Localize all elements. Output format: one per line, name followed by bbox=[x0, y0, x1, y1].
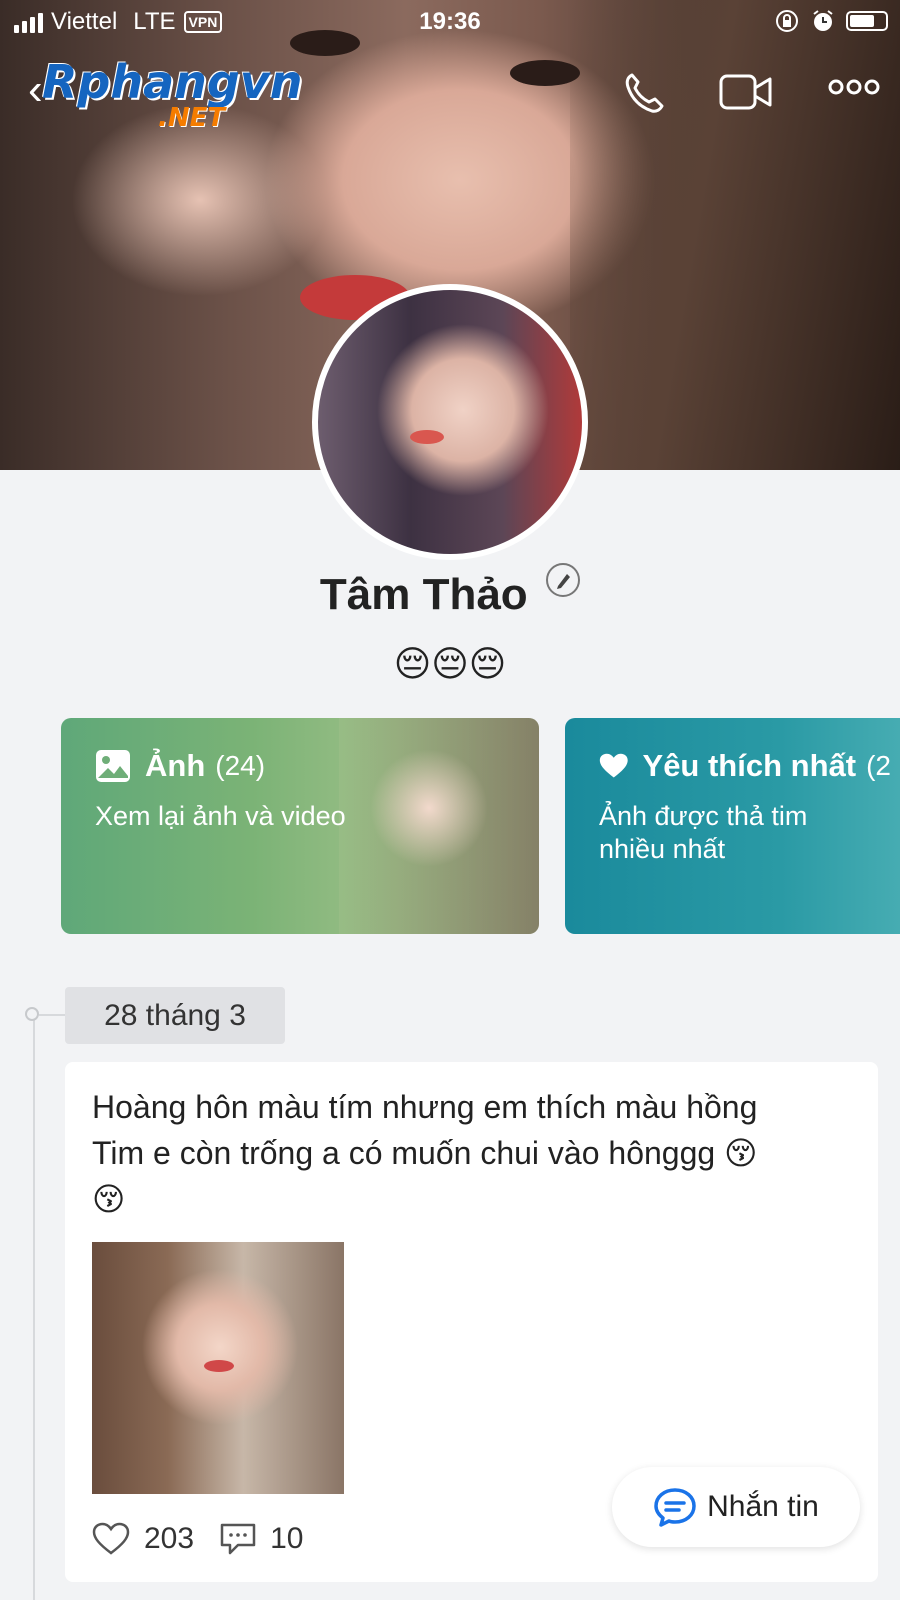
favorites-card-title: Yêu thích nhất (2 bbox=[599, 748, 891, 784]
favorites-card-count: (2 bbox=[866, 750, 891, 781]
watermark-sub: .NET bbox=[158, 103, 226, 133]
post-reactions: 203 10 bbox=[92, 1522, 329, 1556]
photos-card-count: (24) bbox=[215, 750, 266, 781]
status-bar: Viettel LTE VPN 19:36 bbox=[0, 0, 900, 44]
phone-icon[interactable] bbox=[622, 71, 666, 115]
like-icon[interactable] bbox=[92, 1522, 130, 1556]
timeline-line bbox=[33, 1013, 35, 1600]
profile-name-row: Tâm Thảo bbox=[0, 563, 900, 620]
back-icon[interactable]: ‹ bbox=[28, 68, 43, 112]
avatar[interactable] bbox=[312, 284, 588, 560]
battery-icon bbox=[846, 11, 888, 31]
comment-count: 10 bbox=[270, 1522, 304, 1555]
photos-card-title: Ảnh (24) bbox=[95, 748, 505, 784]
top-bar: ‹ Rphangvn .NET bbox=[0, 55, 900, 133]
edit-pencil-icon bbox=[557, 574, 571, 589]
post-text-line: 😚 bbox=[92, 1181, 126, 1217]
timeline-date: 28 tháng 3 bbox=[65, 987, 285, 1044]
rotation-lock-icon bbox=[776, 10, 798, 32]
comment-icon[interactable] bbox=[220, 1522, 256, 1556]
image-icon bbox=[96, 750, 130, 782]
watermark-logo: Rphangvn .NET bbox=[42, 55, 303, 133]
favorites-card[interactable]: Yêu thích nhất (2 Ảnh được thả tim nhiều… bbox=[565, 718, 900, 934]
post-image-lips bbox=[204, 1360, 234, 1372]
profile-name: Tâm Thảo bbox=[319, 570, 528, 619]
profile-status: 😔😔😔 bbox=[393, 643, 507, 684]
heart-icon bbox=[599, 753, 628, 778]
post-text-line: Hoàng hôn màu tím nhưng em thích màu hồn… bbox=[92, 1089, 758, 1125]
post-text-line: Tim e còn trống a có muốn chui vào hôngg… bbox=[92, 1135, 758, 1171]
message-button-label: Nhắn tin bbox=[707, 1490, 819, 1523]
timeline-connector bbox=[39, 1014, 65, 1016]
status-time: 19:36 bbox=[419, 8, 481, 35]
alarm-icon bbox=[813, 10, 833, 31]
post-image[interactable] bbox=[92, 1242, 344, 1494]
video-call-icon[interactable] bbox=[718, 71, 774, 113]
chat-icon bbox=[654, 1488, 696, 1527]
favorites-card-label: Yêu thích nhất bbox=[642, 748, 857, 783]
like-count: 203 bbox=[144, 1522, 195, 1555]
photos-card-label: Ảnh bbox=[145, 748, 206, 783]
edit-icon[interactable] bbox=[546, 563, 581, 597]
watermark-main: Rphangvn bbox=[42, 55, 303, 109]
photos-card-subtitle: Xem lại ảnh và video bbox=[95, 801, 346, 831]
avatar-lips bbox=[410, 430, 444, 444]
timeline-dot bbox=[25, 1007, 39, 1021]
more-icon[interactable] bbox=[828, 77, 880, 97]
status-right bbox=[774, 8, 888, 34]
message-button[interactable]: Nhắn tin bbox=[612, 1467, 860, 1547]
photos-card[interactable]: Ảnh (24) Xem lại ảnh và video bbox=[61, 718, 539, 934]
post-text: Hoàng hôn màu tím nhưng em thích màu hồn… bbox=[92, 1084, 872, 1222]
favorites-card-subtitle: Ảnh được thả tim nhiều nhất bbox=[599, 801, 808, 864]
